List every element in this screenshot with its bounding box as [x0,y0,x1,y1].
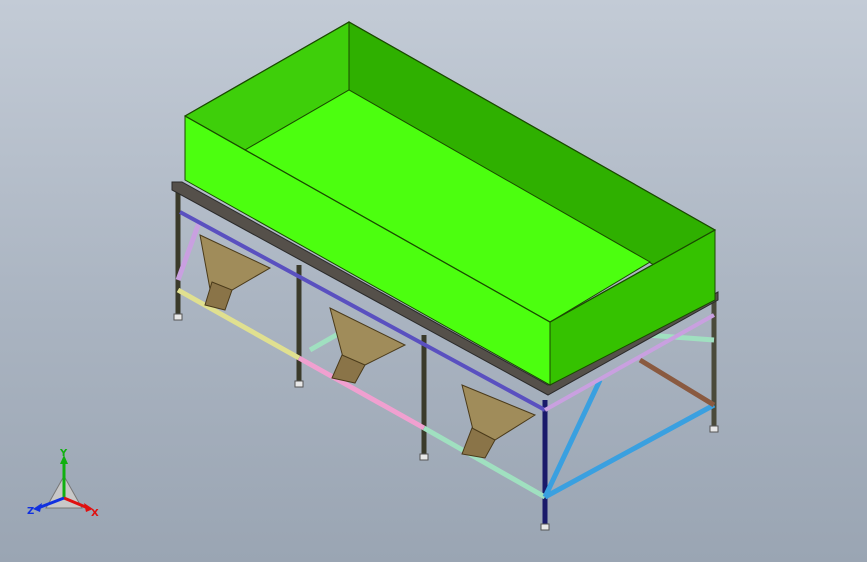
y-axis-label: Y [59,448,68,459]
frame-brace [175,219,203,281]
funnel [329,307,407,384]
model-viewport[interactable]: Y X Z [0,0,867,562]
reference-triad: Y X Z [27,448,99,519]
frame-rail [176,287,301,361]
frame-foot [419,453,429,461]
frame-foot [294,380,304,388]
x-axis-label: X [91,508,99,519]
frame-rail [638,357,716,408]
frame-foot [540,523,550,531]
z-axis-label: Z [27,506,34,517]
funnel [461,384,537,459]
frame-foot [173,313,183,321]
hopper-assembly-model[interactable] [0,0,867,562]
funnel [199,234,272,311]
frame-feet [173,313,719,531]
frame-rail [543,402,716,500]
frame-foot [709,425,719,433]
